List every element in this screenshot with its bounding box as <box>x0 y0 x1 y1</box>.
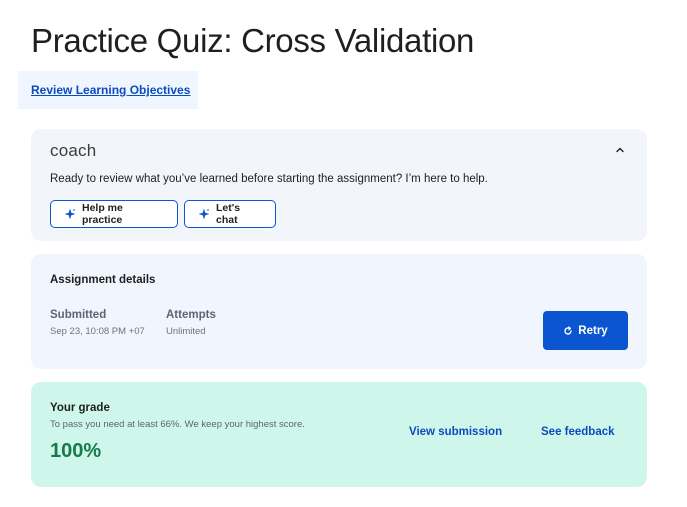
collapse-coach-button[interactable] <box>611 141 629 159</box>
submitted-value: Sep 23, 10:08 PM +07 <box>50 326 145 337</box>
sparkle-icon <box>64 208 76 220</box>
submitted-label: Submitted <box>50 309 107 321</box>
chevron-up-icon <box>616 147 624 153</box>
retry-label: Retry <box>578 324 608 337</box>
lets-chat-button[interactable]: Let's chat <box>184 200 276 228</box>
assignment-details-title: Assignment details <box>50 274 156 286</box>
sparkle-icon <box>198 208 210 220</box>
grade-panel: Your grade To pass you need at least 66%… <box>31 382 647 487</box>
see-feedback-link[interactable]: See feedback <box>541 426 615 438</box>
coach-logo: coach <box>50 141 97 160</box>
retry-button[interactable]: Retry <box>543 311 628 350</box>
quiz-page: Practice Quiz: Cross Validation Review L… <box>0 0 687 507</box>
view-submission-link[interactable]: View submission <box>409 426 502 438</box>
grade-score: 100% <box>50 440 102 462</box>
help-me-practice-button[interactable]: Help me practice <box>50 200 178 228</box>
review-learning-objectives-link[interactable]: Review Learning Objectives <box>31 83 190 97</box>
page-title: Practice Quiz: Cross Validation <box>31 22 475 59</box>
coach-panel: coach Ready to review what you’ve learne… <box>31 129 647 241</box>
coach-message: Ready to review what you’ve learned befo… <box>50 173 488 185</box>
help-me-practice-label: Help me practice <box>82 202 123 226</box>
refresh-icon <box>564 325 572 335</box>
assignment-details-panel: Assignment details Submitted Sep 23, 10:… <box>31 254 647 369</box>
review-objectives-box: Review Learning Objectives <box>18 71 198 109</box>
grade-pass-requirement: To pass you need at least 66%. We keep y… <box>50 419 305 430</box>
grade-title: Your grade <box>50 402 110 414</box>
attempts-value: Unlimited <box>166 326 206 337</box>
lets-chat-label: Let's chat <box>216 202 241 226</box>
attempts-label: Attempts <box>166 309 216 321</box>
